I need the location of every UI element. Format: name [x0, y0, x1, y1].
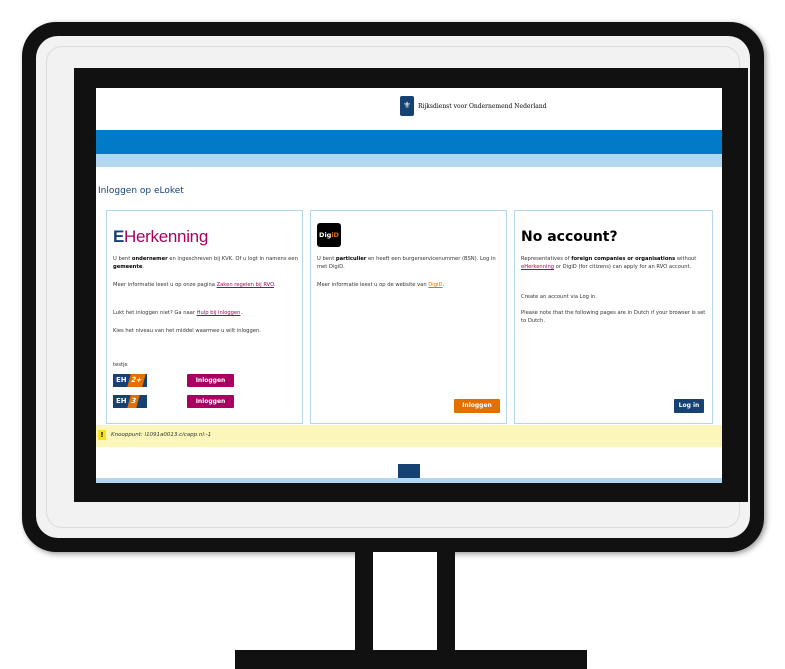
eherkenning-link[interactable]: eHerkenning — [521, 264, 554, 270]
create-account-text: Create an account via Log in. — [521, 294, 597, 300]
site-header: ⚜ Rijksdienst voor Ondernemend Nederland — [96, 88, 722, 130]
browser-screen: ⚜ Rijksdienst voor Ondernemend Nederland… — [96, 88, 722, 483]
hulp-bij-inloggen-link[interactable]: Hulp bij inloggen — [197, 310, 241, 316]
eherkenning-logo: EHerkenning — [113, 227, 208, 246]
inloggen-eh-2plus-button[interactable]: Inloggen — [187, 374, 234, 387]
dutch-language-note: Please note that the following pages are… — [521, 310, 706, 324]
footer-bar — [96, 478, 722, 483]
eh-level-badge: EH 2+ — [113, 374, 147, 387]
digid-card: DigiD U bent particulier en heeft een bu… — [310, 210, 507, 424]
eherkenning-intro: U bent ondernemer en ingeschreven bij KV… — [113, 256, 298, 270]
log-in-button[interactable]: Log in — [674, 399, 704, 413]
node-notice: ! Knooppunt: l1091a0013.cicapp.nl:-1 — [96, 425, 722, 447]
navigation-bar — [96, 130, 722, 154]
page-title: Inloggen op eLoket — [98, 186, 184, 196]
eherkenning-info: Meer informatie leest u op onze pagina Z… — [113, 282, 276, 288]
notice-text: Knooppunt: l1091a0013.cicapp.nl:-1 — [111, 432, 212, 438]
eh-level-badge: EH 3 — [113, 395, 147, 408]
rvo-logo[interactable]: ⚜ Rijksdienst voor Ondernemend Nederland — [400, 96, 548, 116]
testje-label: testje — [113, 362, 128, 368]
zaken-regelen-link[interactable]: Zaken regelen bij RVO — [217, 282, 274, 288]
inloggen-eh-3-button[interactable]: Inloggen — [187, 395, 234, 408]
eherkenning-level-hint: Kies het niveau van het middel waarmee u… — [113, 328, 261, 334]
digid-website-link[interactable]: DigiD — [428, 282, 442, 288]
warning-icon: ! — [98, 430, 106, 440]
scroll-top-button[interactable] — [398, 464, 420, 478]
logo-text: Rijksdienst voor Ondernemend Nederland — [418, 102, 547, 110]
no-account-card: No account? Representatives of foreign c… — [514, 210, 713, 424]
eherkenning-help: Lukt het inloggen niet? Ga naar Hulp bij… — [113, 310, 243, 316]
eherkenning-card: EHerkenning U bent ondernemer en ingesch… — [106, 210, 303, 424]
digid-intro: U bent particulier en heeft een burgerse… — [317, 256, 496, 270]
digid-info: Meer informatie leest u op de website va… — [317, 282, 445, 288]
no-account-title: No account? — [521, 229, 618, 245]
monitor-base — [235, 650, 587, 669]
digid-logo: DigiD — [317, 223, 341, 247]
inloggen-digid-button[interactable]: Inloggen — [454, 399, 500, 413]
sub-navigation-bar — [96, 154, 722, 167]
no-account-intro: Representatives of foreign companies or … — [521, 256, 697, 270]
crest-icon: ⚜ — [400, 96, 414, 116]
